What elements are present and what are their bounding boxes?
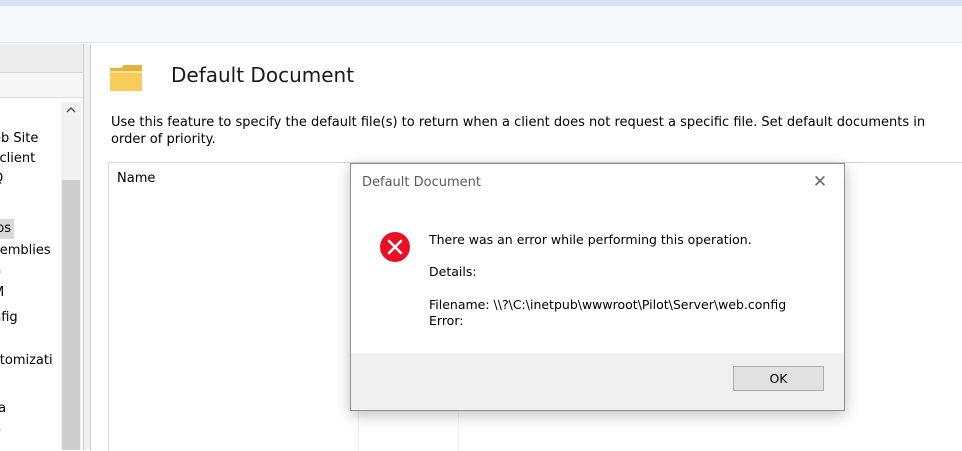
tree-item-o[interactable]: o <box>0 421 1 441</box>
connections-pane-header <box>0 44 83 73</box>
dialog-footer: OK <box>351 353 844 410</box>
page-description: Use this feature to specify the default … <box>111 114 961 148</box>
tree-scrollbar[interactable] <box>61 102 81 450</box>
scroll-up-icon[interactable] <box>65 104 77 118</box>
tree-item-q[interactable]: Q <box>0 169 3 189</box>
ok-button[interactable]: OK <box>733 366 824 391</box>
page-title: Default Document <box>171 63 354 87</box>
tree-item-ta[interactable]: ta <box>0 399 6 419</box>
dialog-title: Default Document <box>362 175 481 190</box>
tree-item-m[interactable]: M <box>0 283 4 303</box>
error-icon <box>379 231 411 263</box>
tree-item-apps-selected[interactable]: ps <box>0 219 14 239</box>
error-filename: Filename: \\?\C:\inetpub\wwwroot\Pilot\S… <box>429 298 786 312</box>
tree-item-customization[interactable]: stomizati <box>0 351 53 371</box>
tree-item-assemblies[interactable]: semblies <box>0 241 51 261</box>
close-icon[interactable]: ✕ <box>810 172 830 192</box>
tree-item-client[interactable]: _client <box>0 149 35 169</box>
column-header-name[interactable]: Name <box>117 171 155 186</box>
details-label: Details: <box>429 265 477 279</box>
tree-item-config[interactable]: nfig <box>0 308 18 328</box>
error-detail: Error: <box>429 314 463 328</box>
tree-item-n[interactable]: n <box>0 261 1 281</box>
connections-pane: eb Site _client Q ps semblies n M nfig F… <box>0 44 84 450</box>
connections-pane-toolbar <box>0 73 83 98</box>
tree-scrollbar-thumb[interactable] <box>62 180 80 450</box>
tree-item-web-site[interactable]: eb Site <box>0 129 38 149</box>
folder-icon <box>109 62 143 92</box>
error-dialog: Default Document ✕ There was an error wh… <box>350 163 845 411</box>
error-message: There was an error while performing this… <box>429 233 752 247</box>
toolbar-band <box>0 6 962 43</box>
